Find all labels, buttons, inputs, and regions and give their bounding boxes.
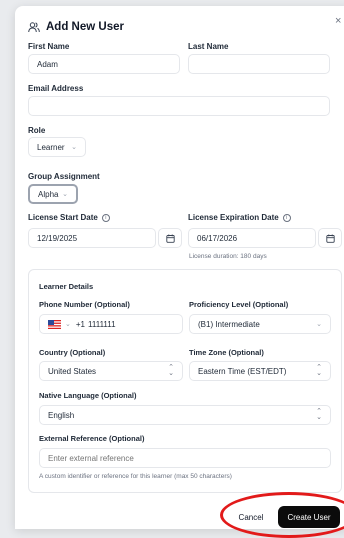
license-start-value: 12/19/2025 [37, 233, 78, 243]
proficiency-value: (B1) Intermediate [198, 319, 260, 329]
native-language-label: Native Language (Optional) [39, 391, 137, 400]
native-language-select[interactable]: English ⌃ ⌄ [39, 405, 331, 425]
role-label: Role [28, 126, 46, 135]
external-ref-hint: A custom identifier or reference for thi… [39, 473, 232, 480]
chevron-down-icon: ⌄ [71, 144, 77, 151]
proficiency-select[interactable]: (B1) Intermediate ⌄ [189, 314, 331, 334]
phone-label: Phone Number (Optional) [39, 300, 130, 309]
create-user-button[interactable]: Create User [278, 506, 340, 528]
calendar-icon [165, 234, 175, 243]
up-down-chevron-icon: ⌃ ⌄ [316, 408, 322, 421]
license-expiration-label-text: License Expiration Date [188, 213, 279, 222]
chevron-down-icon: ⌄ [316, 321, 322, 328]
license-duration-text: License duration: 180 days [189, 253, 267, 260]
first-name-label: First Name [28, 42, 70, 51]
add-user-modal: × Add New User First Name Adam Last Name… [15, 6, 344, 529]
license-start-input[interactable]: 12/19/2025 [28, 228, 156, 248]
up-down-chevron-icon: ⌃ ⌄ [316, 364, 322, 377]
timezone-select[interactable]: Eastern Time (EST/EDT) ⌃ ⌄ [189, 361, 331, 381]
info-icon: i [282, 213, 291, 222]
first-name-input[interactable]: Adam [28, 54, 180, 74]
learner-details-panel: Learner Details Phone Number (Optional) … [28, 269, 342, 493]
learner-details-heading: Learner Details [39, 282, 94, 291]
close-icon[interactable]: × [335, 16, 341, 27]
calendar-button-start[interactable] [158, 228, 182, 248]
group-label: Group Assignment [28, 172, 100, 181]
country-label: Country (Optional) [39, 348, 106, 357]
license-start-label-text: License Start Date [28, 213, 98, 222]
email-label: Email Address [28, 84, 84, 93]
up-down-chevron-icon: ⌃ ⌄ [168, 364, 174, 377]
country-select[interactable]: United States ⌃ ⌄ [39, 361, 183, 381]
group-select[interactable]: Alpha ⌄ [28, 184, 78, 204]
role-select[interactable]: Learner ⌄ [28, 137, 86, 157]
page-title: Add New User [46, 21, 124, 33]
calendar-button-expiration[interactable] [318, 228, 342, 248]
cancel-button[interactable]: Cancel [232, 507, 270, 527]
users-icon [28, 21, 40, 32]
license-expiration-label: License Expiration Date i [188, 213, 291, 222]
group-value: Alpha [38, 189, 59, 199]
native-language-value: English [48, 410, 75, 420]
role-value: Learner [37, 142, 65, 152]
chevron-down-icon: ⌄ [65, 321, 71, 328]
first-name-value: Adam [37, 59, 58, 69]
phone-input[interactable]: ⌄ +1 1111111 [39, 314, 183, 334]
last-name-label: Last Name [188, 42, 229, 51]
timezone-value: Eastern Time (EST/EDT) [198, 366, 287, 376]
external-ref-input[interactable] [39, 448, 331, 468]
phone-value: 1111111 [88, 319, 116, 329]
license-expiration-value: 06/17/2026 [197, 233, 238, 243]
email-input[interactable] [28, 96, 330, 116]
calendar-icon [325, 234, 335, 243]
us-flag-icon [48, 319, 61, 329]
timezone-label: Time Zone (Optional) [189, 348, 264, 357]
last-name-input[interactable] [188, 54, 330, 74]
chevron-down-icon: ⌄ [62, 191, 68, 198]
license-expiration-input[interactable]: 06/17/2026 [188, 228, 316, 248]
external-ref-label: External Reference (Optional) [39, 434, 145, 443]
info-icon: i [101, 213, 110, 222]
modal-header: Add New User [28, 21, 124, 33]
country-value: United States [48, 366, 97, 376]
license-start-label: License Start Date i [28, 213, 110, 222]
proficiency-label: Proficiency Level (Optional) [189, 300, 289, 309]
phone-country-code: +1 [75, 319, 85, 329]
